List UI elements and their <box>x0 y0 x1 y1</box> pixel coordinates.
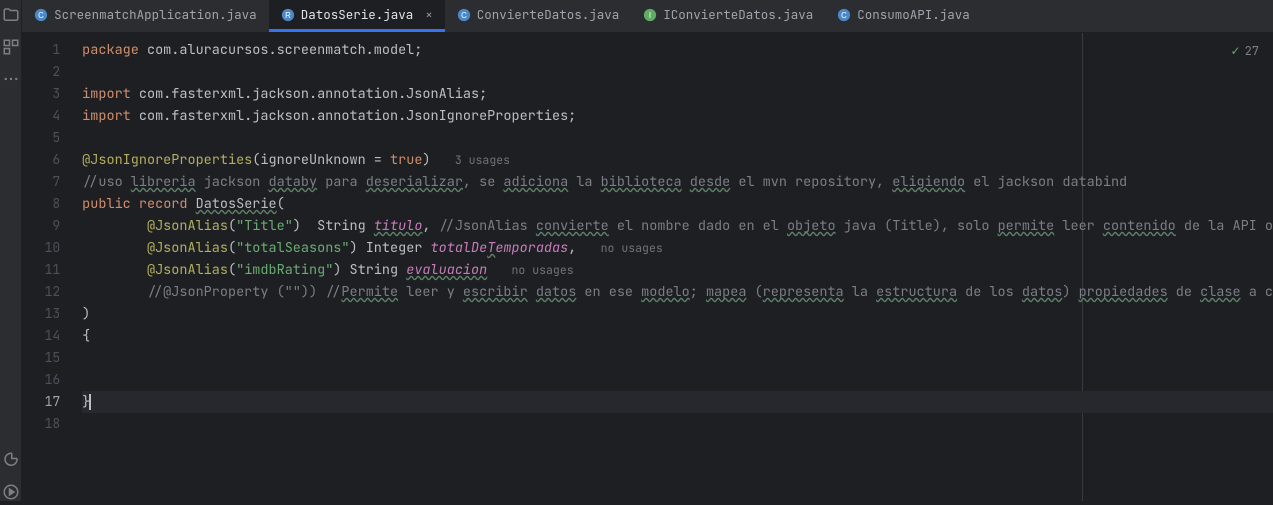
svg-text:C: C <box>461 11 467 20</box>
code-line[interactable]: @JsonAlias("imdbRating") String evaluaci… <box>82 259 1273 281</box>
tab-label: ConsumoAPI.java <box>857 6 970 23</box>
editor-main: C ScreenmatchApplication.java R DatosSerie.… <box>22 0 1273 501</box>
line-number: 9 <box>22 215 82 237</box>
tab-label: ConvierteDatos.java <box>477 6 620 23</box>
java-record-icon: R <box>281 8 295 22</box>
code-line[interactable] <box>82 369 1273 391</box>
editor-tab[interactable]: I IConvierteDatos.java <box>631 0 825 32</box>
code-line[interactable]: import com.fasterxml.jackson.annotation.… <box>82 105 1273 127</box>
line-number: 1 <box>22 39 82 61</box>
line-number: 13 <box>22 303 82 325</box>
svg-text:C: C <box>841 11 847 20</box>
editor-tabs: C ScreenmatchApplication.java R DatosSerie.… <box>22 0 1273 33</box>
code-line[interactable]: ) <box>82 303 1273 325</box>
line-number: 15 <box>22 347 82 369</box>
line-number: 10 <box>22 237 82 259</box>
line-number: 6 <box>22 149 82 171</box>
tab-label: ScreenmatchApplication.java <box>54 6 257 23</box>
svg-text:C: C <box>38 11 44 20</box>
line-number: 7 <box>22 171 82 193</box>
more-tool-icon[interactable] <box>2 70 20 88</box>
java-class-icon: C <box>34 8 48 22</box>
tool-window-rail <box>0 0 22 501</box>
text-caret <box>89 394 91 410</box>
line-number: 3 <box>22 83 82 105</box>
line-number: 2 <box>22 61 82 83</box>
code-line[interactable]: package com.aluracursos.screenmatch.mode… <box>82 39 1273 61</box>
code-line[interactable] <box>82 61 1273 83</box>
structure-tool-icon[interactable] <box>2 38 20 56</box>
code-line[interactable] <box>82 127 1273 149</box>
line-number: 4 <box>22 105 82 127</box>
code-line[interactable]: public record DatosSerie( <box>82 193 1273 215</box>
code-line[interactable]: //@JsonProperty ("")) //Permite leer y e… <box>82 281 1273 303</box>
code-line[interactable]: @JsonAlias("Title") String titulo, //Jso… <box>82 215 1273 237</box>
code-line[interactable]: @JsonAlias("totalSeasons") Integer total… <box>82 237 1273 259</box>
line-number: 16 <box>22 369 82 391</box>
code-line[interactable] <box>82 413 1273 435</box>
svg-text:I: I <box>649 11 651 20</box>
project-tool-icon[interactable] <box>2 6 20 24</box>
code-line[interactable]: @JsonIgnoreProperties(ignoreUnknown = tr… <box>82 149 1273 171</box>
java-class-icon: C <box>457 8 471 22</box>
editor-tab[interactable]: R DatosSerie.java × <box>269 0 445 32</box>
line-number: 12 <box>22 281 82 303</box>
line-number: 8 <box>22 193 82 215</box>
run-tool-icon[interactable] <box>2 483 20 501</box>
editor-area[interactable]: ✓ 27 123456789101112131415161718 package… <box>22 33 1273 501</box>
code-line[interactable]: //uso libreria jackson databy para deser… <box>82 171 1273 193</box>
close-icon[interactable]: × <box>425 6 433 23</box>
code-line[interactable]: import com.fasterxml.jackson.annotation.… <box>82 83 1273 105</box>
code-line[interactable]: } <box>82 391 1273 413</box>
editor-tab[interactable]: C ConvierteDatos.java <box>445 0 632 32</box>
code-line[interactable] <box>82 347 1273 369</box>
tab-label: IConvierteDatos.java <box>663 6 813 23</box>
editor-tab[interactable]: C ConsumoAPI.java <box>825 0 982 32</box>
java-class-icon: C <box>837 8 851 22</box>
line-number: 11 <box>22 259 82 281</box>
svg-text:R: R <box>285 11 291 20</box>
java-interface-icon: I <box>643 8 657 22</box>
code-content[interactable]: package com.aluracursos.screenmatch.mode… <box>82 33 1273 501</box>
editor-tab[interactable]: C ScreenmatchApplication.java <box>22 0 269 32</box>
line-number: 14 <box>22 325 82 347</box>
tab-label: DatosSerie.java <box>301 6 414 23</box>
build-tool-icon[interactable] <box>2 451 20 469</box>
line-number: 17 <box>22 391 82 413</box>
line-number: 5 <box>22 127 82 149</box>
line-number-gutter: 123456789101112131415161718 <box>22 33 82 501</box>
code-line[interactable]: { <box>82 325 1273 347</box>
line-number: 18 <box>22 413 82 435</box>
